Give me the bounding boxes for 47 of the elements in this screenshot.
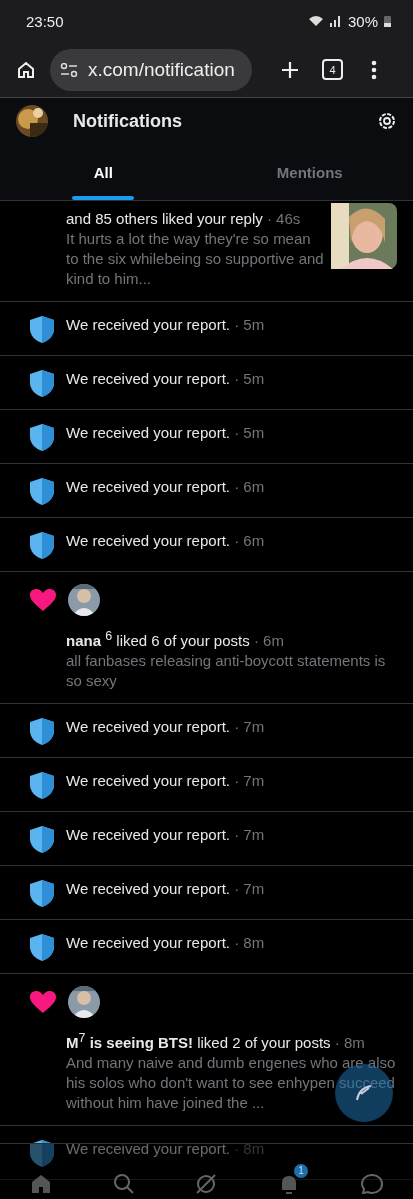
notification-text[interactable]: We received your report. · 5m [66,316,265,333]
notification-text[interactable]: nana $^{6}$ liked 6 of your posts · 6m [66,626,401,651]
address-bar[interactable]: x.com/notification [50,48,252,91]
shield-icon [30,316,54,343]
shield-icon [30,370,54,397]
wifi-icon [307,15,324,27]
battery-icon [384,15,391,27]
site-settings-icon[interactable] [60,62,78,77]
notification-badge: 1 [294,1164,309,1178]
notification-text[interactable]: We received your report. · 5m [66,370,265,387]
post-snippet[interactable]: all fanbases releasing anti-boycott statements is so sexy [66,651,401,691]
new-tab-icon[interactable] [280,59,300,80]
more-icon[interactable] [371,59,377,80]
notification-text[interactable]: We received your report. · 7m [66,772,265,789]
shield-icon [30,718,54,745]
settings-icon[interactable] [377,111,397,131]
status-time: 23:50 [26,12,64,30]
slash-circle-icon[interactable] [194,1172,219,1196]
shield-icon [30,934,54,961]
notification-text[interactable]: We received your report. · 7m [66,718,265,735]
heart-icon [30,589,56,611]
shield-icon [30,772,54,799]
messages-icon[interactable] [359,1172,384,1196]
post-snippet[interactable]: It hurts a lot the way they're so mean to the six whilebeing so supportive and kind to him... [66,229,325,289]
notification-text[interactable]: We received your report. · 5m [66,424,265,441]
shield-icon [30,1140,54,1167]
notification-text[interactable]: M$^{7}$ is seeing BTS! liked 2 of your posts · 8m [66,1028,401,1053]
shield-icon [30,532,54,559]
shield-icon [30,826,54,853]
notification-text[interactable]: We received your report. · 6m [66,478,265,495]
notification-text[interactable]: and 85 others liked your reply · 46s [66,209,325,229]
home-icon[interactable] [16,59,36,80]
tab-count-button[interactable]: 4 [322,59,343,80]
notification-text[interactable]: We received your report. · 6m [66,532,265,549]
signal-icon [329,15,342,27]
tab[interactable]: Mentions [206,144,413,200]
notification-text[interactable]: We received your report. · 7m [66,880,265,897]
battery-percent: 30% [347,12,378,30]
shield-icon [30,424,54,451]
page-title: Notifications [73,110,183,132]
notification-text[interactable]: We received your report. · 7m [66,826,265,843]
notification-text[interactable]: We received your report. · 8m [66,934,265,951]
shield-icon [30,478,54,505]
shield-icon [30,880,54,907]
heart-icon [30,991,56,1013]
tab[interactable]: All [0,144,207,200]
search-icon[interactable] [111,1172,136,1196]
